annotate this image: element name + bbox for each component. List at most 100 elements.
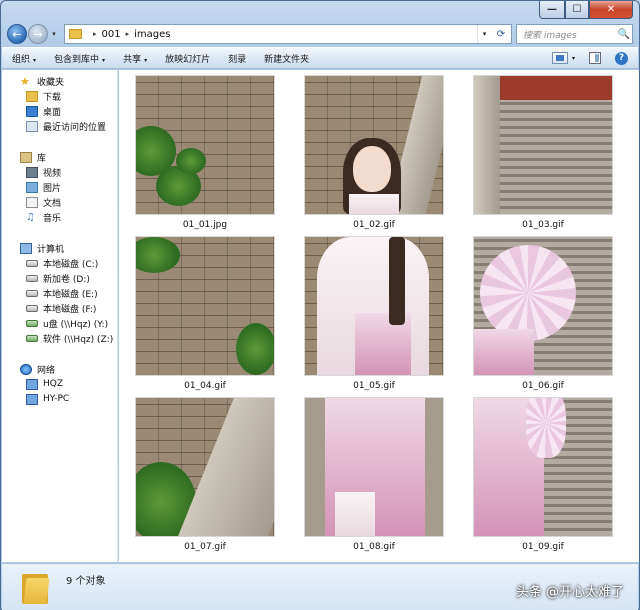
sidebar-item-label: 本地磁盘 (C:) <box>43 259 99 270</box>
new-folder-button[interactable]: 新建文件夹 <box>264 52 309 65</box>
drive-icon <box>26 259 38 267</box>
search-icon[interactable]: 🔍 <box>616 29 632 40</box>
breadcrumb-images[interactable]: images <box>134 29 170 40</box>
recent-places-icon <box>26 120 38 132</box>
sidebar-item-drive-e[interactable]: 本地磁盘 (E:) <box>26 286 98 300</box>
sidebar-item-label: HY-PC <box>43 394 70 404</box>
sidebar-item-hqz[interactable]: HQZ <box>26 377 63 391</box>
sidebar-libraries[interactable]: 库 <box>20 150 46 164</box>
sidebar-item-drive-d[interactable]: 新加卷 (D:) <box>26 271 90 285</box>
forward-button[interactable]: → <box>28 24 48 44</box>
drive-icon <box>26 274 38 282</box>
breadcrumb-chevron-icon[interactable]: ▸ <box>126 30 130 38</box>
include-library-label: 包含到库中 <box>54 54 100 65</box>
recent-pages-dropdown[interactable]: ▾ <box>48 30 60 38</box>
sidebar-item-drive-y[interactable]: u盘 (\\Hqz) (Y:) <box>26 316 108 330</box>
breadcrumb-001[interactable]: 001 <box>102 29 121 40</box>
refresh-icon[interactable]: ⟳ <box>491 29 511 40</box>
image-thumbnail[interactable] <box>474 237 612 375</box>
include-in-library-menu[interactable]: 包含到库中 ▾ <box>54 52 105 65</box>
sidebar-item-downloads[interactable]: 下载 <box>26 89 61 103</box>
image-thumbnail[interactable] <box>305 76 443 214</box>
file-name: 01_05.gif <box>353 381 395 391</box>
search-input[interactable]: 搜索 images <box>523 28 616 41</box>
sidebar-item-music[interactable]: ♫ 音乐 <box>26 210 61 224</box>
preview-pane-icon[interactable] <box>589 52 601 64</box>
back-button[interactable]: ← <box>7 24 27 44</box>
image-thumbnail[interactable] <box>305 237 443 375</box>
file-name: 01_03.gif <box>522 220 564 230</box>
sidebar-item-label: 新加卷 (D:) <box>43 274 90 285</box>
slideshow-button[interactable]: 放映幻灯片 <box>165 52 210 65</box>
file-tile[interactable]: 01_03.gif <box>474 76 612 230</box>
sidebar-item-desktop[interactable]: 桌面 <box>26 104 61 118</box>
sidebar-item-videos[interactable]: 视频 <box>26 165 61 179</box>
close-button[interactable]: ✕ <box>589 1 633 19</box>
sidebar-item-recent-places[interactable]: 最近访问的位置 <box>26 119 106 133</box>
file-name: 01_08.gif <box>353 542 395 552</box>
file-tile[interactable]: 01_02.gif <box>305 76 443 230</box>
file-tile[interactable]: 01_07.gif <box>136 398 274 552</box>
breadcrumb-chevron-icon[interactable]: ▸ <box>93 30 97 38</box>
help-icon[interactable]: ? <box>615 51 628 65</box>
sidebar-item-pictures[interactable]: 图片 <box>26 180 61 194</box>
sidebar-favorites[interactable]: ★ 收藏夹 <box>20 74 64 88</box>
sidebar-item-label: 视频 <box>43 168 62 179</box>
item-count: 9 个对象 <box>66 576 106 587</box>
maximize-button[interactable]: ☐ <box>565 1 589 19</box>
image-thumbnail[interactable] <box>136 398 274 536</box>
sidebar-item-label: 图片 <box>43 183 62 194</box>
share-label: 共享 <box>123 54 142 65</box>
image-thumbnail[interactable] <box>474 76 612 214</box>
file-name: 01_04.gif <box>184 381 226 391</box>
address-dropdown-icon[interactable]: ▾ <box>477 25 491 43</box>
status-bar: 9 个对象 头条 @开心太难了 <box>2 563 638 610</box>
sidebar-item-drive-c[interactable]: 本地磁盘 (C:) <box>26 256 98 270</box>
view-options-chevron-icon[interactable]: ▾ <box>572 55 575 62</box>
sidebar-item-label: u盘 (\\Hqz) (Y:) <box>43 319 109 330</box>
sidebar-item-label: 最近访问的位置 <box>43 122 107 133</box>
back-arrow-icon: ← <box>12 27 22 41</box>
network-computer-icon <box>26 393 38 405</box>
address-controls: ▾ ⟳ <box>477 25 511 43</box>
sidebar-item-documents[interactable]: 文档 <box>26 195 61 209</box>
sidebar-item-drive-f[interactable]: 本地磁盘 (F:) <box>26 301 96 315</box>
sidebar-computer[interactable]: 计算机 <box>20 241 64 255</box>
file-tile[interactable]: 01_08.gif <box>305 398 443 552</box>
navigation-pane: ★ 收藏夹 下载 桌面 最近访问的位置 库 视频 图片 文档 ♫ 音乐 计算机 本地… <box>2 70 118 562</box>
file-tile[interactable]: 01_01.jpg <box>136 76 274 230</box>
file-tile[interactable]: 01_05.gif <box>305 237 443 391</box>
sidebar-network[interactable]: 网络 <box>20 362 55 376</box>
burn-button[interactable]: 刻录 <box>228 52 246 65</box>
downloads-folder-icon <box>26 90 38 102</box>
organize-menu[interactable]: 组织 ▾ <box>12 52 36 65</box>
search-box[interactable]: 搜索 images 🔍 <box>516 24 633 44</box>
file-name: 01_01.jpg <box>182 220 228 230</box>
drive-icon <box>26 289 38 297</box>
change-view-icon[interactable] <box>551 52 568 64</box>
computer-icon <box>20 242 32 254</box>
sidebar-item-label: 软件 (\\Hqz) (Z:) <box>43 334 114 345</box>
sidebar-item-drive-z[interactable]: 软件 (\\Hqz) (Z:) <box>26 331 113 345</box>
sidebar-item-label: 文档 <box>43 198 62 209</box>
image-thumbnail[interactable] <box>136 237 274 375</box>
sidebar-item-hy-pc[interactable]: HY-PC <box>26 392 69 406</box>
folder-icon <box>22 570 50 604</box>
image-thumbnail[interactable] <box>474 398 612 536</box>
share-menu[interactable]: 共享 ▾ <box>123 52 147 65</box>
file-tile[interactable]: 01_09.gif <box>474 398 612 552</box>
library-icon <box>20 151 32 163</box>
image-thumbnail[interactable] <box>136 76 274 214</box>
network-computer-icon <box>26 378 38 390</box>
watermark: 头条 @开心太难了 <box>515 585 624 600</box>
address-bar[interactable]: ▸ 001 ▸ images ▾ ⟳ <box>64 24 512 44</box>
sidebar-item-label: 网络 <box>37 365 56 376</box>
file-tile[interactable]: 01_04.gif <box>136 237 274 391</box>
folder-icon <box>69 29 82 39</box>
file-name: 01_02.gif <box>353 220 395 230</box>
command-bar: 组织 ▾ 包含到库中 ▾ 共享 ▾ 放映幻灯片 刻录 新建文件夹 ▾ ? <box>2 47 638 69</box>
image-thumbnail[interactable] <box>305 398 443 536</box>
minimize-button[interactable]: — <box>539 1 565 19</box>
file-tile[interactable]: 01_06.gif <box>474 237 612 391</box>
sidebar-item-label: 收藏夹 <box>37 77 65 88</box>
